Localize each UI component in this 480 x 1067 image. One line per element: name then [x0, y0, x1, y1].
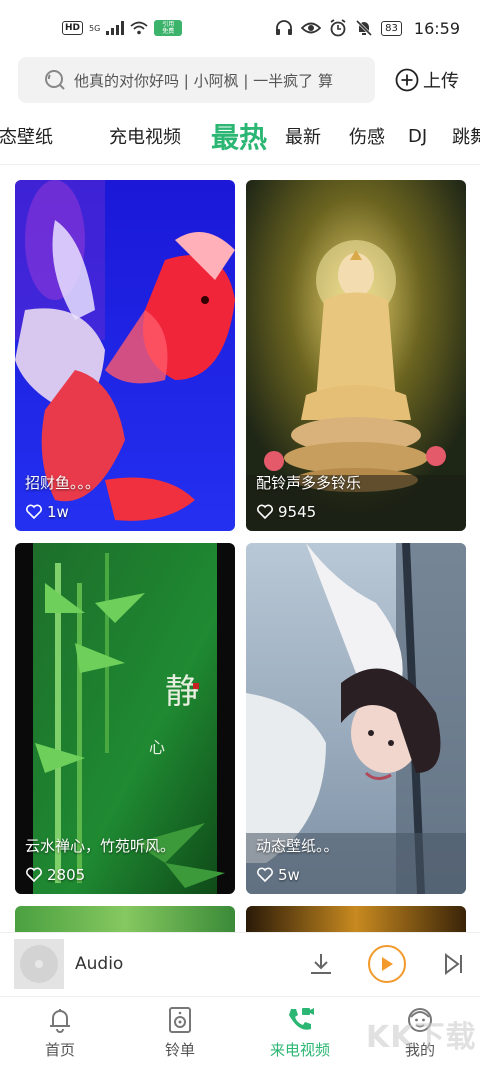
nav-label: 首页 [44, 1040, 75, 1059]
download-icon [311, 954, 331, 974]
like-count-text: 1w [47, 503, 69, 521]
nav-label: 铃单 [164, 1040, 195, 1059]
heart-icon [26, 504, 42, 520]
tab-dance[interactable]: 跳舞 [452, 113, 480, 159]
nav-home[interactable]: 首页 [0, 997, 120, 1067]
status-bar: HD 5G 引用 免费 83 16:59 [0, 0, 480, 56]
tab-dynamic-wallpaper[interactable]: 态壁纸 [0, 113, 53, 159]
play-button[interactable] [368, 945, 406, 983]
video-card[interactable]: 静 心 云水禅心，竹苑听风。 2805 [15, 543, 235, 894]
nav-call-video[interactable]: 来电视频 [240, 997, 360, 1067]
plus-circle-icon [395, 68, 419, 92]
tab-newest[interactable]: 最新 [285, 113, 321, 159]
play-icon [382, 957, 393, 971]
status-right: 83 16:59 [275, 19, 460, 38]
video-title: 配铃声多多铃乐 [256, 474, 362, 492]
video-title: 云水禅心，竹苑听风。 [25, 837, 176, 855]
clock: 16:59 [413, 18, 460, 38]
bell-icon [50, 1008, 70, 1033]
heart-icon [257, 504, 273, 520]
wechat-badge: 引用 免费 [154, 20, 183, 36]
like-count-text: 5w [278, 866, 300, 884]
album-art[interactable] [14, 939, 64, 989]
search-row: 他真的对你好吗 | 小阿枫 | 一半疯了 算 上传 [18, 57, 468, 103]
track-title: Audio [75, 954, 124, 974]
alarm-icon [330, 19, 346, 37]
search-placeholder: 他真的对你好吗 | 小阿枫 | 一半疯了 算 [74, 71, 333, 90]
tab-sad[interactable]: 伤感 [349, 113, 385, 159]
watermark-logo: KK下载 [366, 1020, 477, 1055]
hd-badge: HD [62, 21, 84, 35]
eye-icon [301, 22, 322, 34]
heart-icon [26, 867, 42, 883]
mini-player: Audio [0, 932, 480, 995]
mute-icon [356, 19, 373, 37]
network-label: 5G [89, 23, 101, 33]
like-count[interactable]: 9545 [256, 503, 316, 521]
like-count[interactable]: 2805 [25, 866, 85, 884]
tab-charging-video[interactable]: 充电视频 [109, 113, 181, 159]
headphones-icon [276, 20, 293, 35]
video-card[interactable]: 配铃声多多铃乐 9545 [246, 180, 466, 531]
search-input[interactable]: 他真的对你好吗 | 小阿枫 | 一半疯了 算 [18, 57, 375, 103]
like-count-text: 2805 [47, 866, 86, 884]
video-title: 动态壁纸。。 [256, 837, 339, 855]
speaker-icon [169, 1006, 191, 1033]
video-card[interactable]: 招财鱼。。。 1w [15, 180, 235, 531]
battery-indicator: 83 [381, 20, 402, 36]
like-count-text: 9545 [278, 503, 317, 521]
divider [0, 164, 480, 165]
tab-hottest[interactable]: 最热 [211, 113, 267, 159]
disc-icon [20, 945, 58, 983]
download-button[interactable] [308, 951, 334, 977]
video-title: 招财鱼。。。 [25, 474, 101, 492]
signal-icon [106, 21, 125, 35]
status-left: HD 5G 引用 免费 [62, 20, 183, 36]
upload-label: 上传 [423, 71, 459, 92]
phone-video-icon [289, 1007, 314, 1030]
svg-text:静: 静 [165, 672, 199, 712]
nav-ringtone-list[interactable]: 铃单 [120, 997, 240, 1067]
heart-icon [257, 867, 273, 883]
nav-label: 来电视频 [269, 1040, 330, 1059]
next-button[interactable] [442, 952, 466, 976]
like-count[interactable]: 1w [25, 503, 69, 521]
search-icon [45, 70, 65, 90]
upload-button[interactable]: 上传 [395, 67, 459, 93]
skip-next-icon [445, 953, 462, 975]
category-tabs: 态壁纸 充电视频 最热 最新 伤感 DJ 跳舞 [0, 113, 480, 159]
like-count[interactable]: 5w [256, 866, 300, 884]
svg-text:心: 心 [149, 738, 165, 757]
wifi-icon [130, 21, 148, 35]
tab-dj[interactable]: DJ [408, 113, 427, 159]
video-card[interactable]: 动态壁纸。。 5w [246, 543, 466, 894]
